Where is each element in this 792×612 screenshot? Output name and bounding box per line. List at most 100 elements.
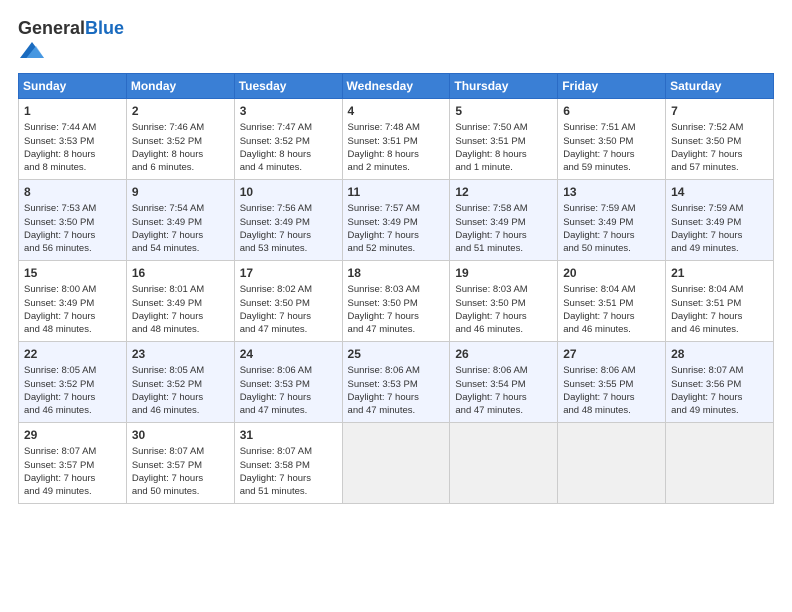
- calendar-cell: [666, 422, 774, 503]
- calendar-cell: 26Sunrise: 8:06 AMSunset: 3:54 PMDayligh…: [450, 341, 558, 422]
- day-number: 20: [563, 265, 660, 282]
- day-info: Sunrise: 7:56 AM: [240, 202, 337, 215]
- calendar-cell: 10Sunrise: 7:56 AMSunset: 3:49 PMDayligh…: [234, 179, 342, 260]
- day-info: Sunrise: 7:51 AM: [563, 121, 660, 134]
- day-info: and 46 minutes.: [132, 404, 229, 417]
- day-info: Sunrise: 7:46 AM: [132, 121, 229, 134]
- day-info: and 1 minute.: [455, 161, 552, 174]
- week-row-3: 15Sunrise: 8:00 AMSunset: 3:49 PMDayligh…: [19, 260, 774, 341]
- day-info: Daylight: 7 hours: [563, 310, 660, 323]
- calendar-cell: 13Sunrise: 7:59 AMSunset: 3:49 PMDayligh…: [558, 179, 666, 260]
- day-info: Daylight: 7 hours: [240, 310, 337, 323]
- calendar-cell: 17Sunrise: 8:02 AMSunset: 3:50 PMDayligh…: [234, 260, 342, 341]
- day-info: and 47 minutes.: [240, 323, 337, 336]
- day-info: Sunset: 3:53 PM: [240, 378, 337, 391]
- day-info: Daylight: 8 hours: [132, 148, 229, 161]
- day-info: Sunset: 3:55 PM: [563, 378, 660, 391]
- header: GeneralBlue: [18, 18, 774, 65]
- day-info: Sunset: 3:52 PM: [132, 135, 229, 148]
- day-info: Daylight: 7 hours: [348, 391, 445, 404]
- day-info: Daylight: 7 hours: [455, 391, 552, 404]
- day-number: 12: [455, 184, 552, 201]
- day-info: and 46 minutes.: [455, 323, 552, 336]
- day-info: Sunset: 3:49 PM: [24, 297, 121, 310]
- day-info: and 46 minutes.: [563, 323, 660, 336]
- day-number: 16: [132, 265, 229, 282]
- logo-general: General: [18, 18, 85, 40]
- day-number: 1: [24, 103, 121, 120]
- day-info: Sunrise: 8:06 AM: [455, 364, 552, 377]
- day-info: and 8 minutes.: [24, 161, 121, 174]
- day-info: and 47 minutes.: [348, 404, 445, 417]
- day-info: and 46 minutes.: [671, 323, 768, 336]
- day-info: Sunset: 3:58 PM: [240, 459, 337, 472]
- day-info: Daylight: 7 hours: [132, 229, 229, 242]
- calendar-cell: 30Sunrise: 8:07 AMSunset: 3:57 PMDayligh…: [126, 422, 234, 503]
- day-info: Sunset: 3:50 PM: [563, 135, 660, 148]
- calendar-table: SundayMondayTuesdayWednesdayThursdayFrid…: [18, 73, 774, 504]
- day-info: Sunset: 3:52 PM: [24, 378, 121, 391]
- day-number: 27: [563, 346, 660, 363]
- calendar-cell: 8Sunrise: 7:53 AMSunset: 3:50 PMDaylight…: [19, 179, 127, 260]
- day-number: 6: [563, 103, 660, 120]
- day-info: Sunset: 3:49 PM: [348, 216, 445, 229]
- day-info: Sunset: 3:51 PM: [455, 135, 552, 148]
- day-info: and 46 minutes.: [24, 404, 121, 417]
- day-number: 30: [132, 427, 229, 444]
- day-number: 21: [671, 265, 768, 282]
- calendar-cell: 31Sunrise: 8:07 AMSunset: 3:58 PMDayligh…: [234, 422, 342, 503]
- day-info: Sunrise: 8:05 AM: [24, 364, 121, 377]
- calendar-cell: 28Sunrise: 8:07 AMSunset: 3:56 PMDayligh…: [666, 341, 774, 422]
- day-number: 3: [240, 103, 337, 120]
- day-number: 19: [455, 265, 552, 282]
- day-number: 7: [671, 103, 768, 120]
- day-info: Sunset: 3:49 PM: [240, 216, 337, 229]
- calendar-cell: 14Sunrise: 7:59 AMSunset: 3:49 PMDayligh…: [666, 179, 774, 260]
- day-info: and 53 minutes.: [240, 242, 337, 255]
- day-info: Daylight: 7 hours: [24, 391, 121, 404]
- weekday-header-friday: Friday: [558, 73, 666, 98]
- day-number: 23: [132, 346, 229, 363]
- weekday-header-sunday: Sunday: [19, 73, 127, 98]
- day-info: Daylight: 7 hours: [24, 472, 121, 485]
- day-info: and 47 minutes.: [455, 404, 552, 417]
- calendar-cell: 21Sunrise: 8:04 AMSunset: 3:51 PMDayligh…: [666, 260, 774, 341]
- calendar-cell: 1Sunrise: 7:44 AMSunset: 3:53 PMDaylight…: [19, 98, 127, 179]
- day-info: Sunrise: 8:06 AM: [348, 364, 445, 377]
- calendar-cell: 19Sunrise: 8:03 AMSunset: 3:50 PMDayligh…: [450, 260, 558, 341]
- day-info: Sunset: 3:49 PM: [132, 216, 229, 229]
- day-info: Daylight: 8 hours: [24, 148, 121, 161]
- day-info: Sunrise: 8:03 AM: [348, 283, 445, 296]
- day-info: Sunset: 3:51 PM: [671, 297, 768, 310]
- day-info: and 48 minutes.: [132, 323, 229, 336]
- day-info: Sunrise: 8:04 AM: [563, 283, 660, 296]
- calendar-cell: [450, 422, 558, 503]
- day-number: 10: [240, 184, 337, 201]
- day-info: Sunrise: 7:50 AM: [455, 121, 552, 134]
- day-info: Daylight: 7 hours: [240, 472, 337, 485]
- day-info: and 48 minutes.: [563, 404, 660, 417]
- day-number: 8: [24, 184, 121, 201]
- page: GeneralBlue SundayMondayTuesdayWednesday…: [0, 0, 792, 612]
- day-info: Daylight: 7 hours: [240, 391, 337, 404]
- day-info: Sunrise: 7:57 AM: [348, 202, 445, 215]
- day-number: 14: [671, 184, 768, 201]
- day-info: Sunrise: 8:07 AM: [240, 445, 337, 458]
- day-info: and 56 minutes.: [24, 242, 121, 255]
- day-number: 29: [24, 427, 121, 444]
- logo-blue: Blue: [85, 18, 124, 40]
- day-info: Daylight: 7 hours: [563, 229, 660, 242]
- day-info: Sunrise: 7:44 AM: [24, 121, 121, 134]
- day-info: Daylight: 7 hours: [455, 229, 552, 242]
- calendar-cell: 12Sunrise: 7:58 AMSunset: 3:49 PMDayligh…: [450, 179, 558, 260]
- calendar-cell: [342, 422, 450, 503]
- day-info: Sunset: 3:50 PM: [348, 297, 445, 310]
- day-info: Daylight: 7 hours: [671, 229, 768, 242]
- day-info: Sunset: 3:56 PM: [671, 378, 768, 391]
- day-info: Sunrise: 7:47 AM: [240, 121, 337, 134]
- day-number: 13: [563, 184, 660, 201]
- calendar-cell: 4Sunrise: 7:48 AMSunset: 3:51 PMDaylight…: [342, 98, 450, 179]
- day-info: Sunset: 3:53 PM: [24, 135, 121, 148]
- day-info: and 54 minutes.: [132, 242, 229, 255]
- day-info: Sunrise: 8:06 AM: [563, 364, 660, 377]
